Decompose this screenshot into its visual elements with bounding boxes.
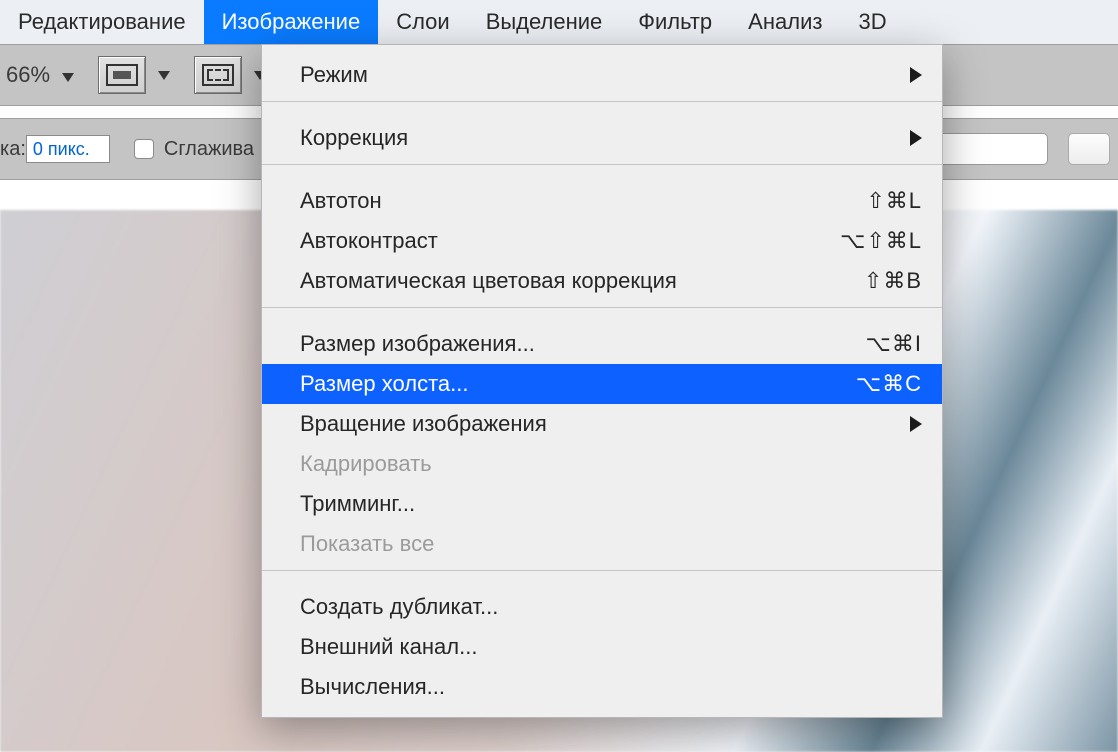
image-menu-dropdown: Режим Коррекция Автотон ⇧⌘L Автоконтраст… bbox=[261, 44, 943, 718]
chevron-down-icon[interactable] bbox=[158, 71, 170, 80]
document-bounds-button[interactable] bbox=[194, 56, 242, 94]
menu-item-crop: Кадрировать bbox=[262, 444, 942, 484]
menu-item-calculations[interactable]: Вычисления... bbox=[262, 667, 942, 707]
menu-item-reveal-all: Показать все bbox=[262, 524, 942, 564]
menu-image[interactable]: Изображение bbox=[204, 0, 379, 44]
submenu-arrow-icon bbox=[910, 67, 922, 83]
feather-label: ка: bbox=[0, 138, 26, 161]
menu-item-autotone[interactable]: Автотон ⇧⌘L bbox=[262, 181, 942, 221]
shortcut-label: ⌥⇧⌘L bbox=[840, 228, 922, 254]
menu-selection[interactable]: Выделение bbox=[468, 0, 621, 44]
menu-item-adjustments[interactable]: Коррекция bbox=[262, 118, 942, 158]
shortcut-label: ⌥⌘C bbox=[856, 371, 922, 397]
menu-separator bbox=[262, 101, 942, 102]
submenu-arrow-icon bbox=[910, 416, 922, 432]
menu-edit[interactable]: Редактирование bbox=[0, 0, 204, 44]
chevron-down-icon bbox=[62, 73, 74, 82]
menu-item-mode[interactable]: Режим bbox=[262, 55, 942, 95]
menu-item-trim[interactable]: Тримминг... bbox=[262, 484, 942, 524]
menu-item-canvas-size[interactable]: Размер холста... ⌥⌘C bbox=[262, 364, 942, 404]
menu-item-image-size[interactable]: Размер изображения... ⌥⌘I bbox=[262, 324, 942, 364]
menu-layers[interactable]: Слои bbox=[378, 0, 468, 44]
submenu-arrow-icon bbox=[910, 130, 922, 146]
menu-item-autocolor[interactable]: Автоматическая цветовая коррекция ⇧⌘B bbox=[262, 261, 942, 301]
shortcut-label: ⇧⌘B bbox=[864, 268, 922, 294]
zoom-level[interactable]: 66% bbox=[6, 62, 74, 88]
menu-analysis[interactable]: Анализ bbox=[730, 0, 840, 44]
menu-item-apply-image[interactable]: Внешний канал... bbox=[262, 627, 942, 667]
menu-item-duplicate[interactable]: Создать дубликат... bbox=[262, 587, 942, 627]
menu-separator bbox=[262, 164, 942, 165]
menu-bar: Редактирование Изображение Слои Выделени… bbox=[0, 0, 1118, 44]
feather-input[interactable] bbox=[26, 135, 110, 163]
menu-separator bbox=[262, 570, 942, 571]
antialias-label: Сглажива bbox=[164, 138, 254, 161]
shortcut-label: ⇧⌘L bbox=[866, 188, 922, 214]
menu-item-image-rotation[interactable]: Вращение изображения bbox=[262, 404, 942, 444]
style-dropdown[interactable] bbox=[926, 133, 1048, 165]
shortcut-label: ⌥⌘I bbox=[866, 331, 922, 357]
toolbar-button[interactable] bbox=[1068, 133, 1110, 165]
menu-filter[interactable]: Фильтр bbox=[620, 0, 730, 44]
menu-separator bbox=[262, 307, 942, 308]
screen-mode-button[interactable] bbox=[98, 56, 146, 94]
menu-item-autocontrast[interactable]: Автоконтраст ⌥⇧⌘L bbox=[262, 221, 942, 261]
antialias-checkbox[interactable] bbox=[134, 139, 154, 159]
menu-3d[interactable]: 3D bbox=[840, 0, 904, 44]
